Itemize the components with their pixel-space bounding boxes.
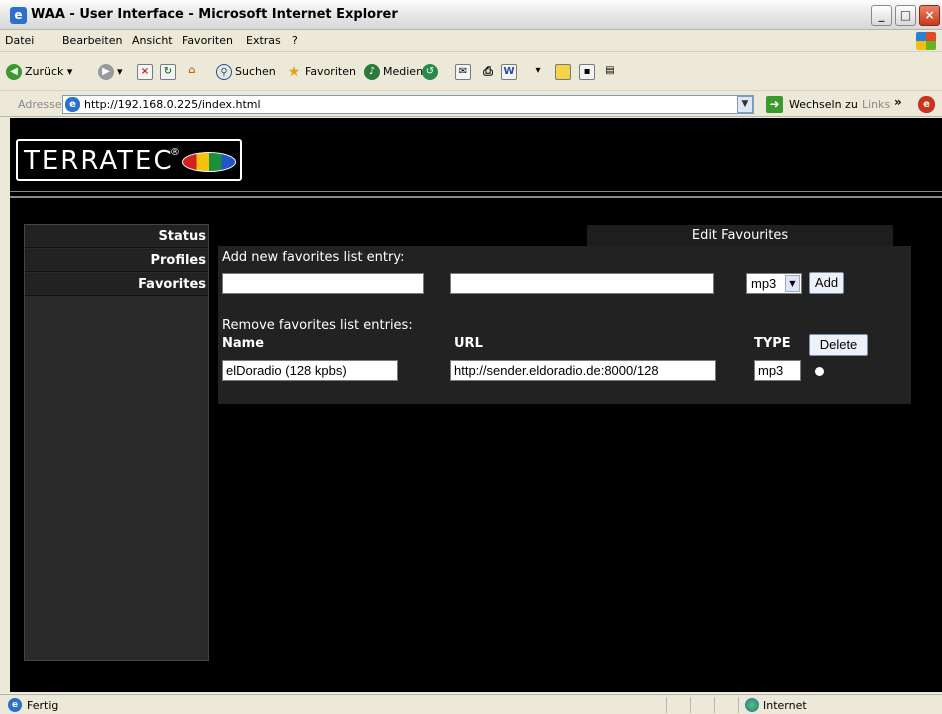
edit-icon[interactable]: W	[501, 64, 517, 80]
search-button[interactable]: ⚲ Suchen	[216, 64, 276, 80]
page-status-icon: e	[8, 698, 22, 712]
terratec-logo: TERRATEC ®	[16, 139, 242, 181]
print-icon[interactable]: ⎙	[480, 64, 496, 80]
research-icon[interactable]: ▤	[602, 64, 618, 80]
menu-bearbeiten[interactable]: Bearbeiten	[62, 34, 122, 47]
back-arrow-icon: ◀	[6, 64, 22, 80]
logo-text: TERRATEC	[24, 146, 174, 176]
add-button[interactable]: Add	[809, 272, 844, 294]
entry-name-field[interactable]: elDoradio (128 kpbs)	[222, 360, 398, 381]
chevron-down-icon: ▼	[785, 275, 800, 292]
search-label: Suchen	[235, 65, 276, 78]
security-zone: Internet	[763, 699, 807, 712]
star-icon: ★	[287, 64, 301, 80]
menu-ansicht[interactable]: Ansicht	[132, 34, 173, 47]
address-dropdown-icon[interactable]: ▼	[737, 96, 753, 113]
status-separator	[690, 697, 691, 713]
entry-url-field[interactable]: http://sender.eldoradio.de:8000/128	[450, 360, 716, 381]
toolbar-extension-icon[interactable]: e	[918, 96, 935, 113]
entry-select-radio[interactable]	[815, 367, 824, 376]
window-title: WAA - User Interface - Microsoft Interne…	[31, 7, 398, 22]
address-label: Adresse	[18, 98, 62, 111]
refresh-icon[interactable]: ↻	[160, 64, 176, 80]
favorites-panel: Edit Favourites Add new favorites list e…	[218, 222, 911, 404]
nav-item-status[interactable]: Status	[25, 225, 208, 248]
windows-logo-icon	[916, 32, 936, 50]
mail-icon[interactable]: ✉	[455, 64, 471, 80]
title-bar: e WAA - User Interface - Microsoft Inter…	[0, 0, 942, 30]
media-button[interactable]: ♪ Medien	[364, 64, 423, 80]
menu-help[interactable]: ?	[292, 34, 298, 47]
remove-heading: Remove favorites list entries:	[222, 318, 413, 333]
chevron-right-icon[interactable]: »	[894, 95, 902, 109]
back-button[interactable]: ◀ Zurück ▾	[6, 64, 72, 80]
sidebar: Status Profiles Favorites	[24, 224, 209, 661]
home-icon[interactable]: ⌂	[184, 64, 200, 80]
ie-icon: e	[10, 7, 27, 24]
column-header-name: Name	[222, 336, 265, 351]
status-separator	[714, 697, 715, 713]
address-bar: Adresse e http://192.168.0.225/index.htm…	[0, 92, 942, 117]
menu-favoriten[interactable]: Favoriten	[182, 34, 233, 47]
internet-zone-icon	[745, 698, 759, 712]
discuss-icon[interactable]	[555, 64, 571, 80]
add-name-input[interactable]	[222, 273, 424, 294]
page-content: TERRATEC ® Status Profiles Favorites Edi…	[10, 118, 942, 692]
logo-registered: ®	[170, 147, 180, 158]
links-label[interactable]: Links	[862, 98, 890, 111]
toolbar: ◀ Zurück ▾ ▶ ▾ × ↻ ⌂ ⚲ Suchen ★ Favoriten ♪ M…	[0, 53, 942, 91]
stop-icon[interactable]: ×	[137, 64, 153, 80]
add-url-input[interactable]	[450, 273, 714, 294]
history-button[interactable]: ↺	[422, 64, 441, 80]
minimize-button[interactable]: _	[871, 5, 892, 26]
logo-lens-icon	[182, 152, 236, 172]
delete-button[interactable]: Delete	[809, 334, 868, 356]
add-type-select[interactable]: mp3 ▼	[746, 273, 802, 294]
media-label: Medien	[383, 65, 424, 78]
divider	[10, 191, 942, 192]
column-header-type: TYPE	[754, 336, 791, 351]
panel-header: Edit Favourites	[587, 225, 893, 246]
menu-extras[interactable]: Extras	[246, 34, 281, 47]
forward-button[interactable]: ▶ ▾	[98, 64, 123, 80]
search-icon: ⚲	[216, 64, 232, 80]
go-arrow-icon[interactable]: ➜	[766, 96, 783, 113]
status-text: Fertig	[27, 699, 59, 712]
status-separator	[666, 697, 667, 713]
menu-bar: Datei Bearbeiten Ansicht Favoriten Extra…	[0, 30, 942, 52]
favorites-label: Favoriten	[305, 65, 356, 78]
divider	[10, 196, 942, 198]
media-icon: ♪	[364, 64, 380, 80]
address-url: http://192.168.0.225/index.html	[84, 98, 261, 111]
menu-datei[interactable]: Datei	[5, 34, 34, 47]
nav-item-favorites[interactable]: Favorites	[25, 273, 208, 296]
page-icon: e	[65, 97, 80, 112]
forward-arrow-icon: ▶	[98, 64, 114, 80]
column-header-url: URL	[454, 336, 483, 351]
messenger-icon[interactable]: ▪	[579, 64, 595, 80]
back-label: Zurück	[25, 65, 64, 78]
history-icon: ↺	[422, 64, 438, 80]
close-button[interactable]: ×	[919, 5, 940, 26]
entry-type-field[interactable]: mp3	[754, 360, 801, 381]
favorites-button[interactable]: ★ Favoriten	[286, 64, 356, 80]
add-type-value: mp3	[751, 276, 777, 291]
address-input[interactable]: e http://192.168.0.225/index.html	[62, 95, 754, 114]
nav-item-profiles[interactable]: Profiles	[25, 249, 208, 272]
add-heading: Add new favorites list entry:	[222, 250, 405, 265]
edit-dropdown-icon[interactable]: ▾	[530, 64, 546, 80]
maximize-button[interactable]: □	[895, 5, 916, 26]
status-bar: e Fertig Internet	[0, 694, 942, 714]
status-separator	[738, 697, 739, 713]
go-button[interactable]: Wechseln zu	[789, 98, 858, 111]
